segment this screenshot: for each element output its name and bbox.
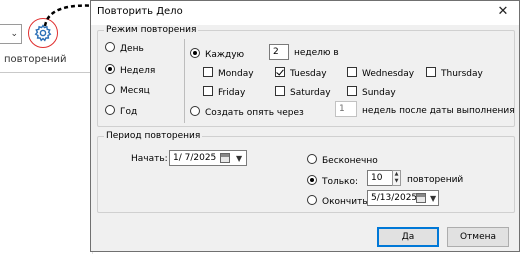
chevron-down-icon: ⌄ (10, 29, 18, 39)
end-date-radio[interactable]: Окончить: (307, 195, 371, 207)
day-check-tuesday[interactable]: Tuesday (275, 67, 327, 79)
end-date-picker[interactable]: 5/13/2025 ▼ (367, 190, 439, 206)
every-radio[interactable]: Каждую (190, 48, 244, 60)
divider (0, 72, 92, 73)
checkbox-icon (347, 67, 357, 77)
checkbox-icon (275, 67, 285, 77)
period-radio-day[interactable]: День (105, 42, 144, 54)
radio-icon (307, 195, 317, 205)
radio-icon (307, 175, 317, 185)
background-label: повторений (4, 54, 67, 65)
close-button[interactable]: ✕ (495, 4, 511, 20)
background-dropdown[interactable]: ⌄ (0, 24, 22, 44)
checkbox-icon (426, 67, 436, 77)
occurrences-spinner[interactable]: ▲ ▼ (392, 170, 401, 186)
occurrences-suffix: повторений (407, 175, 464, 185)
spin-down-icon[interactable]: ▼ (393, 178, 400, 185)
period-radio-year[interactable]: Год (105, 105, 137, 117)
day-check-thursday[interactable]: Thursday (426, 67, 483, 79)
period-radio-week[interactable]: Неделя (105, 64, 155, 76)
period-radio-month[interactable]: Месяц (105, 84, 150, 96)
every-weeks-input[interactable]: 2 (269, 44, 289, 60)
checkbox-icon (347, 86, 357, 96)
every-unit-label: неделю в (294, 48, 339, 58)
start-date-picker[interactable]: 1/ 7/2025 ▼ (169, 150, 247, 166)
end-count-radio[interactable]: Только: (307, 175, 358, 187)
day-check-friday[interactable]: Friday (203, 86, 245, 98)
regenerate-suffix-label: недель после даты выполнения (362, 106, 515, 116)
calendar-icon (416, 193, 426, 203)
regenerate-weeks-input[interactable]: 1 (335, 101, 357, 117)
radio-icon (105, 64, 115, 74)
radio-icon (190, 106, 200, 116)
end-infinite-radio[interactable]: Бесконечно (307, 154, 378, 166)
background-window: ⌄ повторений (0, 0, 100, 254)
repeat-period-content: Начать: 1/ 7/2025 ▼ Бесконечно Только: 1… (97, 131, 515, 213)
divider (184, 39, 185, 123)
chevron-down-icon: ▼ (236, 154, 243, 163)
occurrences-input[interactable]: 10 (367, 170, 393, 186)
cancel-button[interactable]: Отмена (447, 227, 509, 247)
start-date-value: 1/ 7/2025 (173, 153, 217, 163)
day-check-sunday[interactable]: Sunday (347, 86, 396, 98)
checkbox-icon (275, 86, 285, 96)
radio-icon (105, 42, 115, 52)
radio-icon (190, 48, 200, 58)
start-label: Начать: (131, 154, 168, 164)
radio-icon (105, 84, 115, 94)
checkbox-icon (203, 67, 213, 77)
day-check-monday[interactable]: Monday (203, 67, 254, 79)
repeat-mode-content: День Неделя Месяц Год Каждую 2 неделю в … (97, 25, 515, 127)
day-check-wednesday[interactable]: Wednesday (347, 67, 414, 79)
title-bar: Повторить Дело ✕ (91, 1, 519, 25)
calendar-icon (220, 153, 230, 163)
radio-icon (105, 105, 115, 115)
day-check-saturday[interactable]: Saturday (275, 86, 331, 98)
spin-up-icon[interactable]: ▲ (393, 171, 400, 178)
ok-button[interactable]: Да (377, 227, 439, 247)
checkbox-icon (203, 86, 213, 96)
dialog-title: Повторить Дело (97, 6, 183, 17)
chevron-down-icon: ▼ (430, 194, 437, 203)
repeat-dialog: Повторить Дело ✕ Режим повторения День Н… (90, 0, 520, 252)
regenerate-radio[interactable]: Создать опять через (190, 106, 304, 118)
end-date-value: 5/13/2025 (371, 193, 418, 203)
radio-icon (307, 154, 317, 164)
